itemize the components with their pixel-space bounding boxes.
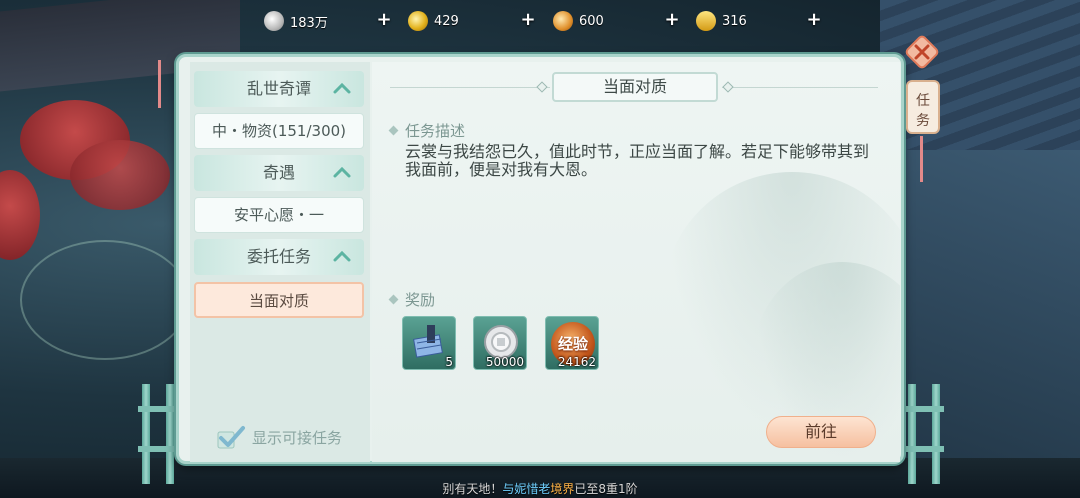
ingot-icon — [696, 11, 716, 31]
broadcast-highlight: 境界 — [550, 482, 575, 496]
silver-coin-icon — [264, 11, 284, 31]
quest-item-supplies[interactable]: 中・物资(151/300) — [194, 113, 364, 149]
quest-tab[interactable]: 任 务 — [906, 80, 940, 134]
reward-item-silver[interactable]: 50000 — [473, 316, 527, 370]
currency-bar: 183万 + 429 + 600 + 316 + — [258, 6, 838, 36]
broadcast-player-name: 与妮惜老 — [502, 482, 551, 496]
silver-amount: 183万 — [290, 15, 328, 31]
add-ticket-button[interactable]: + — [662, 11, 682, 31]
broadcast-text: 已至8重1阶 — [574, 482, 638, 496]
experience-label: 经验 — [557, 335, 588, 353]
diamond-bullet-icon — [388, 294, 399, 305]
close-icon[interactable] — [904, 34, 940, 70]
description-heading: 任务描述 — [388, 120, 466, 141]
currency-silver: 183万 — [264, 6, 328, 36]
reward-item-experience[interactable]: 经验 24162 — [545, 316, 599, 370]
title-divider-left — [390, 87, 550, 88]
title-divider-right — [722, 87, 878, 88]
courtyard-ring — [20, 240, 190, 360]
quest-tab-char: 务 — [916, 113, 930, 129]
show-available-toggle[interactable]: 显示可接任务 — [216, 422, 342, 452]
reward-heading-text: 奖励 — [405, 291, 436, 309]
chevron-up-icon — [333, 166, 351, 178]
red-umbrella — [70, 140, 170, 210]
tassel-left — [158, 60, 161, 108]
chevron-up-icon — [333, 82, 351, 94]
red-umbrella — [0, 170, 40, 260]
add-gold-button[interactable]: + — [518, 11, 538, 31]
tassel-right — [920, 136, 923, 182]
category-header-luanshi[interactable]: 乱世奇谭 — [194, 71, 364, 107]
reward-quantity: 24162 — [557, 355, 596, 369]
currency-ingot: 316 — [696, 6, 747, 36]
description-heading-text: 任务描述 — [405, 122, 466, 140]
reward-heading: 奖励 — [388, 289, 436, 310]
show-available-label: 显示可接任务 — [252, 428, 343, 447]
quest-item-selected[interactable]: 当面对质 — [194, 282, 364, 318]
add-silver-button[interactable]: + — [374, 11, 394, 31]
diamond-bullet-icon — [388, 125, 399, 136]
go-button[interactable]: 前往 — [766, 416, 876, 448]
add-ingot-button[interactable]: + — [804, 11, 824, 31]
reward-item-blueprint[interactable]: 5 — [402, 316, 456, 370]
ticket-amount: 600 — [579, 13, 604, 29]
checkmark-icon — [217, 426, 245, 449]
railing-left — [138, 376, 178, 484]
system-broadcast: 别有天地！与妮惜老境界已至8重1阶 — [0, 480, 1080, 497]
railing-right — [904, 376, 944, 484]
broadcast-text: 别有天地！ — [442, 482, 503, 496]
currency-ticket: 600 — [553, 6, 604, 36]
ticket-icon — [553, 11, 573, 31]
quest-title: 当面对质 — [552, 72, 718, 102]
reward-quantity: 5 — [445, 355, 453, 369]
gold-coin-icon — [408, 11, 428, 31]
quest-item-anping[interactable]: 安平心愿・一 — [194, 197, 364, 233]
chevron-up-icon — [333, 250, 351, 262]
gold-amount: 429 — [434, 13, 459, 29]
quest-tab-char: 任 — [916, 93, 930, 109]
blueprint-icon — [413, 325, 443, 358]
ingot-amount: 316 — [722, 13, 747, 29]
quest-description: 云裳与我结怨已久，值此时节，正应当面了解。若足下能够带其到我面前，便是对我有大恩… — [405, 142, 870, 179]
currency-gold: 429 — [408, 6, 459, 36]
category-header-weituo[interactable]: 委托任务 — [194, 239, 364, 275]
reward-quantity: 50000 — [485, 355, 524, 369]
category-header-qiyu[interactable]: 奇遇 — [194, 155, 364, 191]
